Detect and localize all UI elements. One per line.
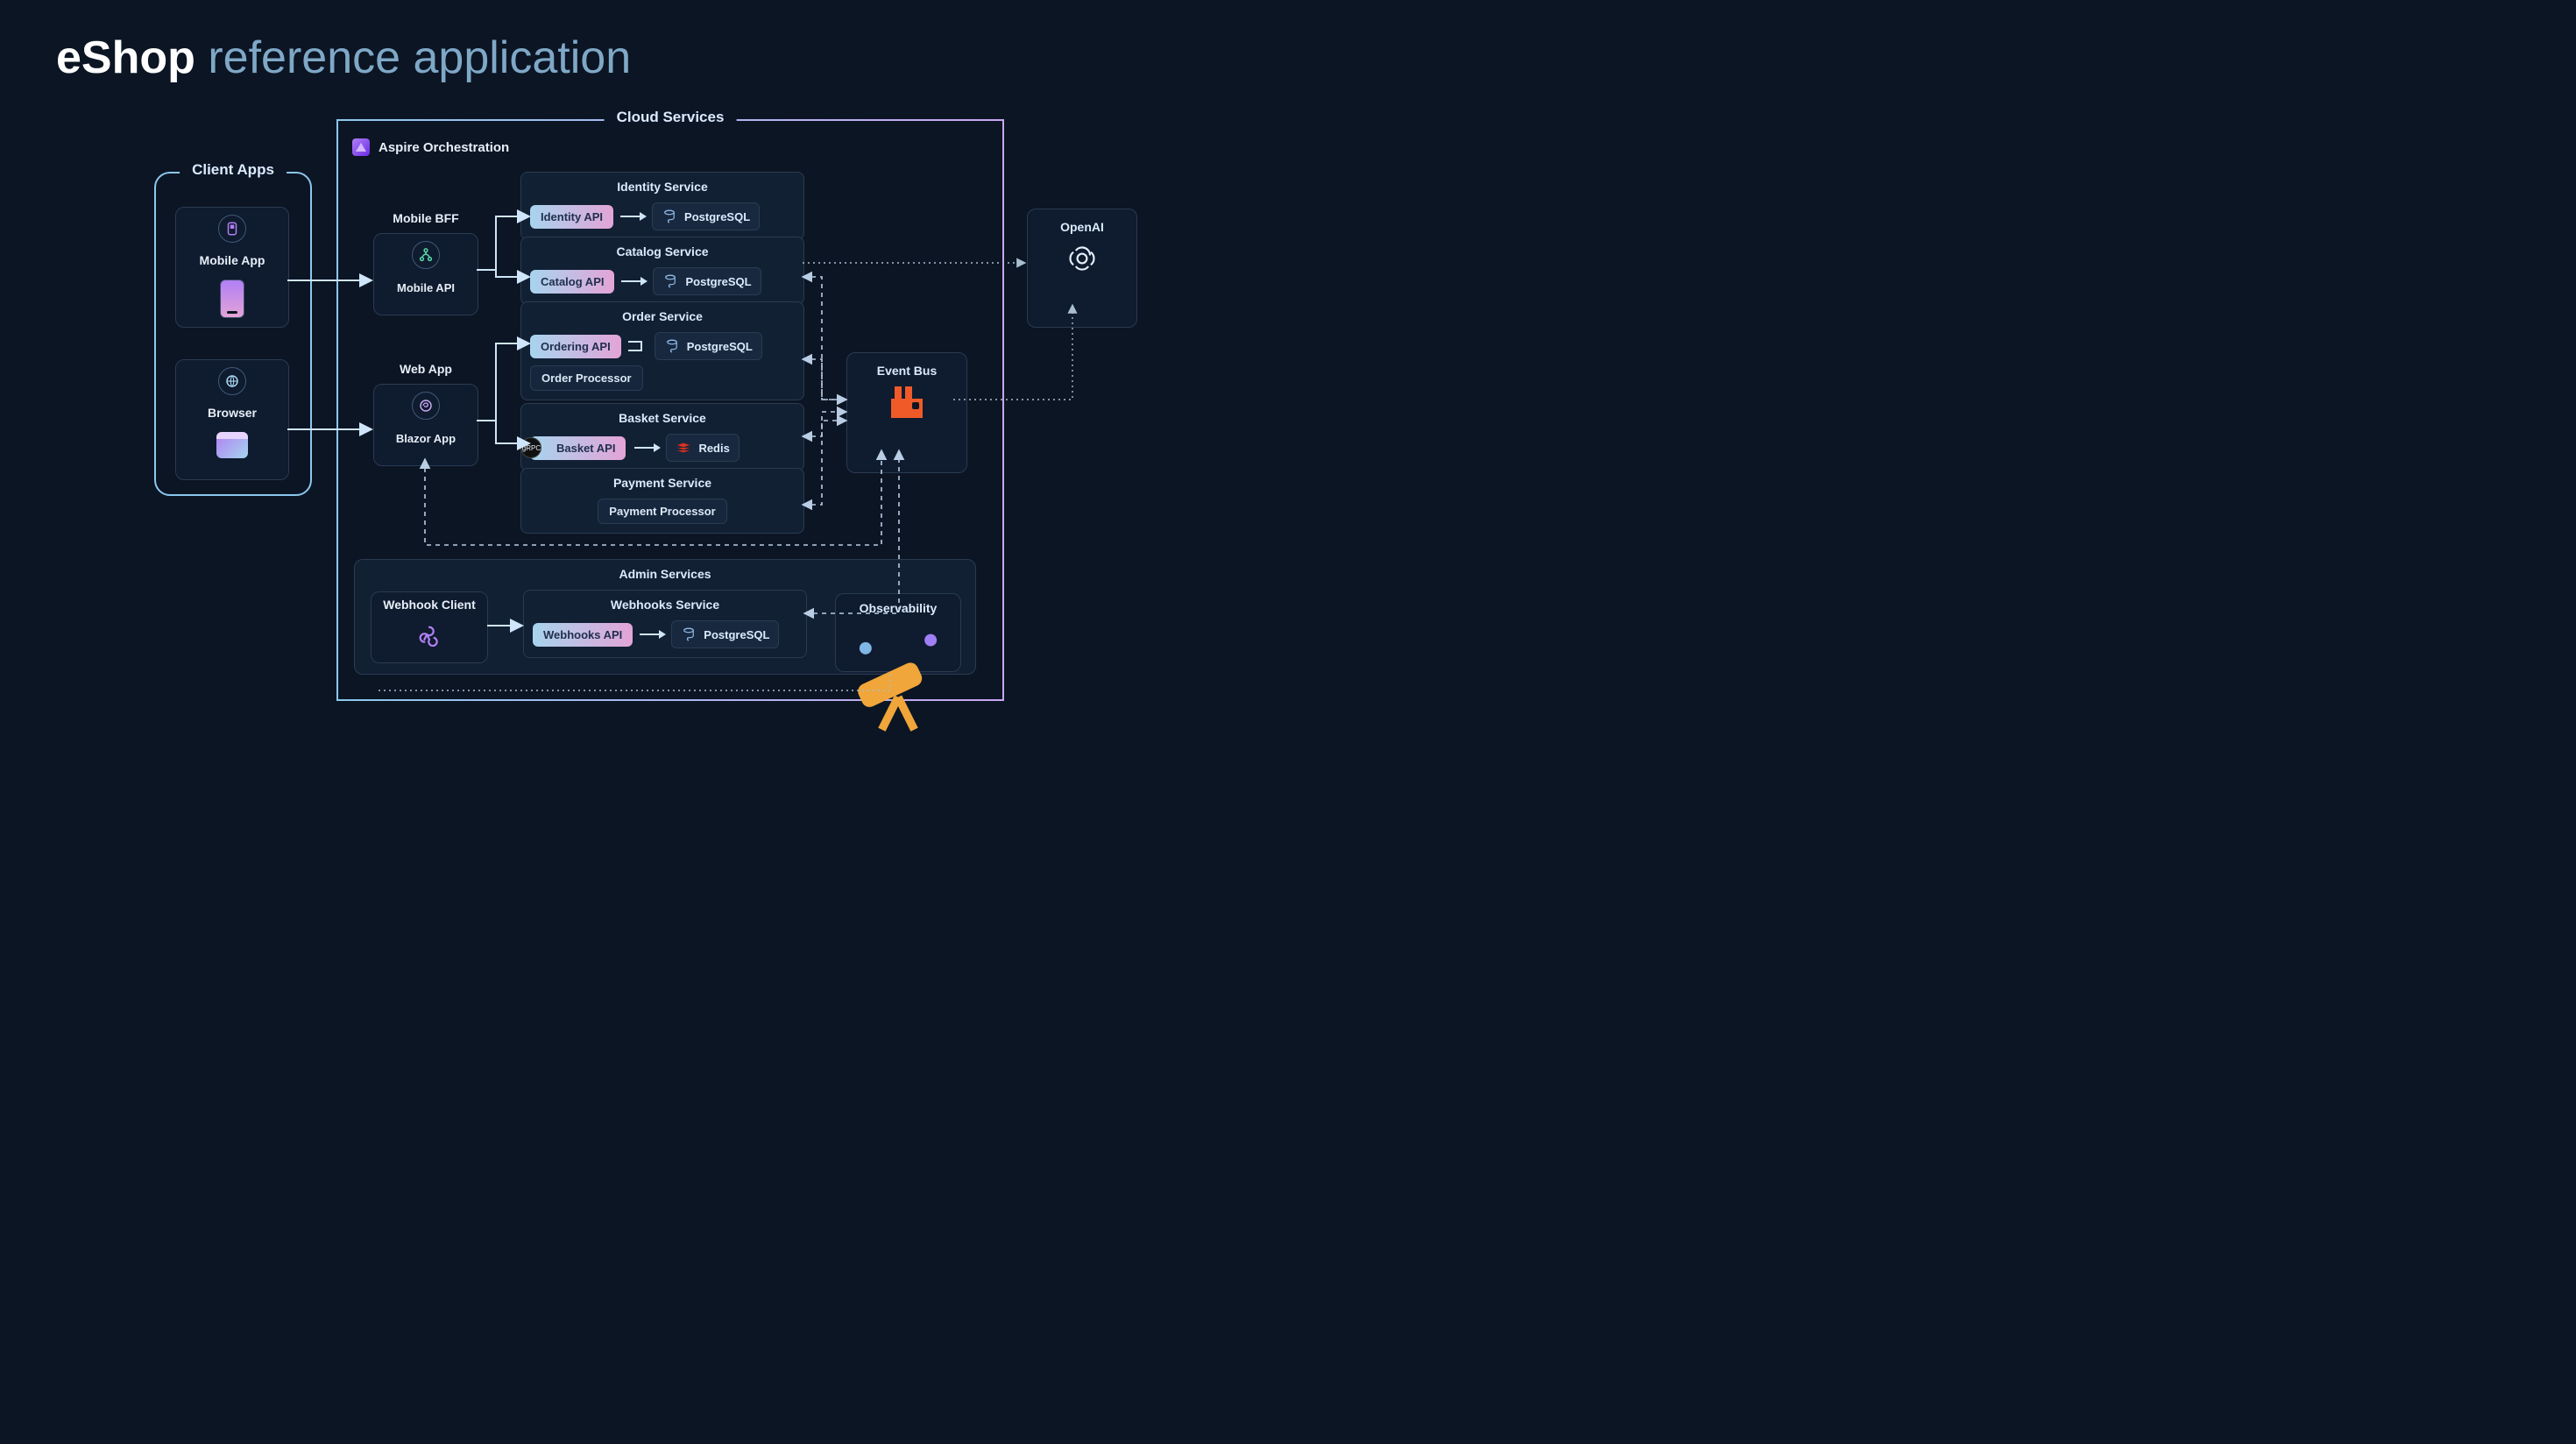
node-mobile-bff: Mobile BFF Mobile API [373, 233, 478, 315]
openai-logo-icon [1066, 243, 1098, 274]
arrow-icon [634, 447, 659, 449]
browser-label: Browser [199, 402, 265, 423]
order-service-title: Order Service [521, 302, 803, 332]
arrow-icon [621, 280, 646, 282]
postgresql-icon [662, 273, 678, 289]
panel-payment-service: Payment Service Payment Processor [520, 468, 804, 534]
catalog-service-title: Catalog Service [521, 237, 803, 267]
browser-window-icon [216, 432, 248, 458]
branch-icon [412, 241, 440, 269]
panel-catalog-service: Catalog Service Catalog API PostgreSQL [520, 237, 804, 305]
phone-icon [220, 280, 244, 318]
redis-icon [676, 440, 691, 456]
postgresql-icon [664, 338, 680, 354]
aspire-orchestration-label: Aspire Orchestration [352, 138, 509, 156]
mobile-app-icon [218, 215, 246, 243]
aspire-icon [352, 138, 370, 156]
node-web-app: Web App Blazor App [373, 384, 478, 466]
catalog-db: PostgreSQL [653, 267, 761, 295]
node-mobile-app: Mobile App [175, 207, 289, 328]
panel-identity-service: Identity Service Identity API PostgreSQL [520, 172, 804, 240]
arrow-icon [620, 216, 645, 217]
observability-label: Observability [841, 601, 955, 615]
blazor-app-label: Blazor App [387, 427, 464, 450]
node-observability: Observability [835, 593, 961, 672]
node-browser: Browser [175, 359, 289, 480]
mobile-bff-title: Mobile BFF [374, 211, 478, 225]
group-cloud-legend: Cloud Services [605, 109, 737, 126]
web-app-title: Web App [374, 362, 478, 376]
order-db: PostgreSQL [655, 332, 762, 360]
globe-icon [218, 367, 246, 395]
admin-services-title: Admin Services [355, 560, 975, 588]
rabbitmq-icon [891, 386, 923, 422]
panel-order-service: Order Service Ordering API PostgreSQL Or… [520, 301, 804, 400]
telescope-icon [841, 726, 955, 741]
title-brand: eShop [56, 32, 195, 83]
arrow-icon [640, 634, 664, 635]
mobile-app-label: Mobile App [191, 250, 274, 271]
catalog-api-pill: Catalog API [530, 270, 614, 294]
openai-label: OpenAI [1035, 220, 1129, 234]
basket-api-pill: Basket API [530, 436, 626, 460]
basket-service-title: Basket Service [521, 404, 803, 434]
node-webhook-client: Webhook Client [371, 591, 488, 663]
identity-api-pill: Identity API [530, 205, 613, 229]
webhooks-db: PostgreSQL [671, 620, 779, 648]
postgresql-icon [681, 626, 697, 642]
blazor-icon [412, 392, 440, 420]
node-event-bus: Event Bus [846, 352, 967, 473]
merge-arrow-icon [628, 341, 646, 351]
ordering-api-pill: Ordering API [530, 335, 621, 358]
identity-service-title: Identity Service [521, 173, 803, 202]
webhooks-service-title: Webhooks Service [524, 591, 806, 620]
panel-basket-service: Basket Service Basket API gRPC Redis [520, 403, 804, 471]
postgresql-icon [662, 209, 677, 224]
mobile-api-label: Mobile API [388, 276, 464, 300]
webhook-icon [416, 624, 442, 647]
webhook-client-label: Webhook Client [374, 592, 485, 615]
group-client-legend: Client Apps [180, 161, 287, 179]
page-title: eShop reference application [56, 32, 631, 84]
webhooks-api-pill: Webhooks API [533, 623, 633, 647]
basket-store: Redis [666, 434, 739, 462]
panel-webhooks-service: Webhooks Service Webhooks API PostgreSQL [523, 590, 807, 658]
payment-service-title: Payment Service [521, 469, 803, 499]
panel-admin-services: Admin Services Webhook Client Webhooks S… [354, 559, 976, 675]
node-openai: OpenAI [1027, 209, 1137, 328]
payment-processor-pill: Payment Processor [598, 499, 726, 524]
event-bus-label: Event Bus [854, 364, 959, 378]
identity-db: PostgreSQL [652, 202, 760, 230]
order-processor-pill: Order Processor [530, 365, 643, 391]
title-suffix: reference application [208, 32, 631, 83]
